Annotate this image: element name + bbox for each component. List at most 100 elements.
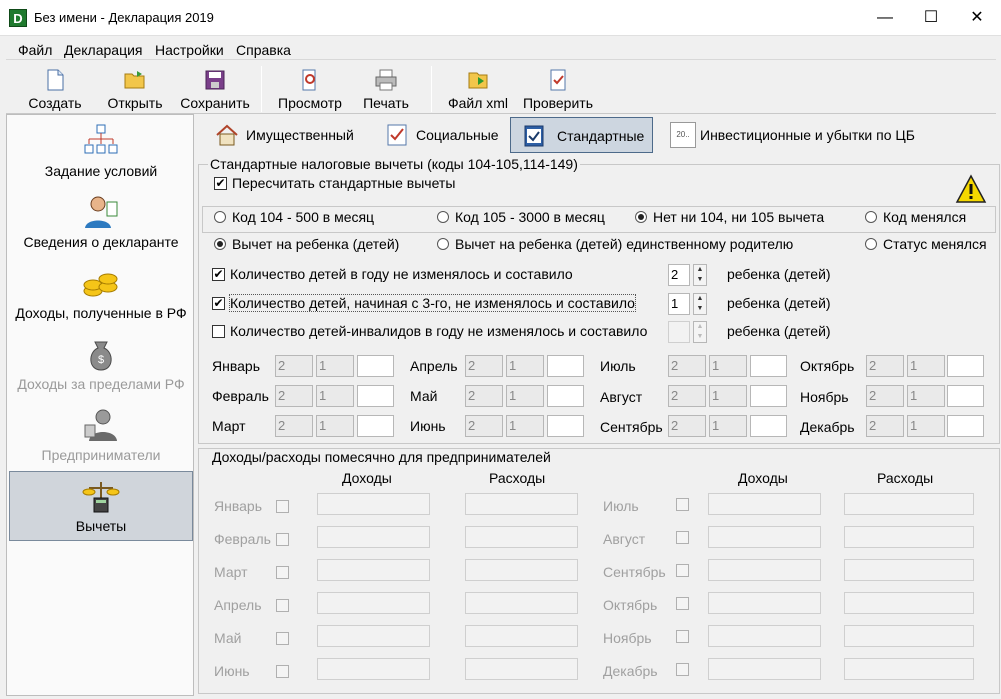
month-apr-field-3[interactable] — [547, 355, 584, 377]
month-jun-field-3[interactable] — [547, 415, 584, 437]
ent-mar-income[interactable] — [317, 559, 430, 581]
radio-code-105[interactable] — [437, 211, 449, 223]
maximize-button[interactable]: ☐ — [908, 0, 954, 36]
month-nov-field-3[interactable] — [947, 385, 984, 407]
month-may-field-3[interactable] — [547, 385, 584, 407]
minimize-button[interactable]: — — [862, 0, 908, 36]
third-child-checkbox[interactable]: ✔ — [212, 297, 225, 310]
month-dec-field-1[interactable]: 2 — [866, 415, 904, 437]
radio-status-changed[interactable] — [865, 238, 877, 250]
month-aug-field-2[interactable]: 1 — [709, 385, 747, 407]
create-button[interactable]: Создать — [20, 66, 90, 114]
month-jan-field-1[interactable]: 2 — [275, 355, 313, 377]
ent-feb-checkbox[interactable] — [276, 533, 289, 546]
ent-jul-checkbox[interactable] — [676, 498, 689, 511]
ent-nov-income[interactable] — [708, 625, 821, 647]
disabled-children-checkbox[interactable] — [212, 325, 225, 338]
tab-social[interactable]: Социальные — [382, 117, 500, 153]
month-jun-field-2[interactable]: 1 — [506, 415, 544, 437]
ent-apr-income[interactable] — [317, 592, 430, 614]
ent-nov-expense[interactable] — [844, 625, 974, 647]
ent-oct-income[interactable] — [708, 592, 821, 614]
month-may-field-2[interactable]: 1 — [506, 385, 544, 407]
third-child-input[interactable]: 1 — [668, 293, 690, 315]
xml-file-button[interactable]: Файл xml — [442, 66, 514, 114]
month-jun-field-1[interactable]: 2 — [465, 415, 503, 437]
sidebar-item-deductions[interactable]: Вычеты — [9, 471, 193, 541]
ent-sep-income[interactable] — [708, 559, 821, 581]
month-feb-field-1[interactable]: 2 — [275, 385, 313, 407]
month-jul-field-3[interactable] — [750, 355, 787, 377]
month-mar-field-2[interactable]: 1 — [316, 415, 354, 437]
check-button[interactable]: Проверить — [518, 66, 598, 114]
month-nov-field-1[interactable]: 2 — [866, 385, 904, 407]
month-jan-field-2[interactable]: 1 — [316, 355, 354, 377]
ent-aug-expense[interactable] — [844, 526, 974, 548]
tab-standard[interactable]: Стандартные — [510, 117, 653, 153]
ent-feb-income[interactable] — [317, 526, 430, 548]
month-mar-field-3[interactable] — [357, 415, 394, 437]
ent-dec-income[interactable] — [708, 658, 821, 680]
close-button[interactable]: ✕ — [954, 0, 1000, 36]
month-dec-field-3[interactable] — [947, 415, 984, 437]
radio-code-changed[interactable] — [865, 211, 877, 223]
tab-investment[interactable]: 20.. Инвестиционные и убытки по ЦБ — [668, 117, 968, 153]
ent-apr-checkbox[interactable] — [276, 599, 289, 612]
ent-may-income[interactable] — [317, 625, 430, 647]
radio-code-104[interactable] — [214, 211, 226, 223]
month-dec-field-2[interactable]: 1 — [907, 415, 945, 437]
ent-may-checkbox[interactable] — [276, 632, 289, 645]
ent-feb-expense[interactable] — [465, 526, 578, 548]
month-oct-field-1[interactable]: 2 — [866, 355, 904, 377]
ent-jun-income[interactable] — [317, 658, 430, 680]
month-aug-field-1[interactable]: 2 — [668, 385, 706, 407]
sidebar-item-income-abroad[interactable]: $ Доходы за пределами РФ — [9, 330, 193, 400]
sidebar-item-declarant[interactable]: Сведения о декларанте — [9, 188, 193, 258]
ent-jul-expense[interactable] — [844, 493, 974, 515]
month-oct-field-3[interactable] — [947, 355, 984, 377]
sidebar-item-conditions[interactable]: Задание условий — [9, 117, 193, 187]
children-count-input[interactable]: 2 — [668, 264, 690, 286]
ent-oct-expense[interactable] — [844, 592, 974, 614]
month-nov-field-2[interactable]: 1 — [907, 385, 945, 407]
month-feb-field-3[interactable] — [357, 385, 394, 407]
print-button[interactable]: Печать — [356, 66, 416, 114]
month-mar-field-1[interactable]: 2 — [275, 415, 313, 437]
month-jan-field-3[interactable] — [357, 355, 394, 377]
month-may-field-1[interactable]: 2 — [465, 385, 503, 407]
disabled-children-input[interactable] — [668, 321, 690, 343]
third-child-spinner[interactable]: ▲ ▼ — [693, 293, 707, 315]
menu-help[interactable]: Справка — [236, 42, 291, 58]
radio-child-deduction[interactable] — [214, 238, 226, 250]
sidebar-item-entrepreneurs[interactable]: Предприниматели — [9, 401, 193, 471]
menu-declaration[interactable]: Декларация — [64, 42, 143, 58]
ent-mar-expense[interactable] — [465, 559, 578, 581]
ent-may-expense[interactable] — [465, 625, 578, 647]
ent-jun-checkbox[interactable] — [276, 665, 289, 678]
menu-file[interactable]: Файл — [18, 42, 52, 58]
ent-jun-expense[interactable] — [465, 658, 578, 680]
ent-aug-income[interactable] — [708, 526, 821, 548]
radio-single-parent[interactable] — [437, 238, 449, 250]
save-button[interactable]: Сохранить — [176, 66, 254, 114]
tab-property[interactable]: Имущественный — [212, 117, 372, 153]
ent-jan-expense[interactable] — [465, 493, 578, 515]
month-oct-field-2[interactable]: 1 — [907, 355, 945, 377]
ent-nov-checkbox[interactable] — [676, 630, 689, 643]
month-sep-field-1[interactable]: 2 — [668, 415, 706, 437]
ent-dec-expense[interactable] — [844, 658, 974, 680]
month-jul-field-1[interactable]: 2 — [668, 355, 706, 377]
month-jul-field-2[interactable]: 1 — [709, 355, 747, 377]
month-sep-field-3[interactable] — [750, 415, 787, 437]
ent-jan-checkbox[interactable] — [276, 500, 289, 513]
ent-sep-checkbox[interactable] — [676, 564, 689, 577]
ent-oct-checkbox[interactable] — [676, 597, 689, 610]
ent-apr-expense[interactable] — [465, 592, 578, 614]
month-feb-field-2[interactable]: 1 — [316, 385, 354, 407]
month-apr-field-1[interactable]: 2 — [465, 355, 503, 377]
children-count-checkbox[interactable]: ✔ — [212, 268, 225, 281]
preview-button[interactable]: Просмотр — [270, 66, 350, 114]
month-aug-field-3[interactable] — [750, 385, 787, 407]
children-count-spinner[interactable]: ▲ ▼ — [693, 264, 707, 286]
open-button[interactable]: Открыть — [100, 66, 170, 114]
